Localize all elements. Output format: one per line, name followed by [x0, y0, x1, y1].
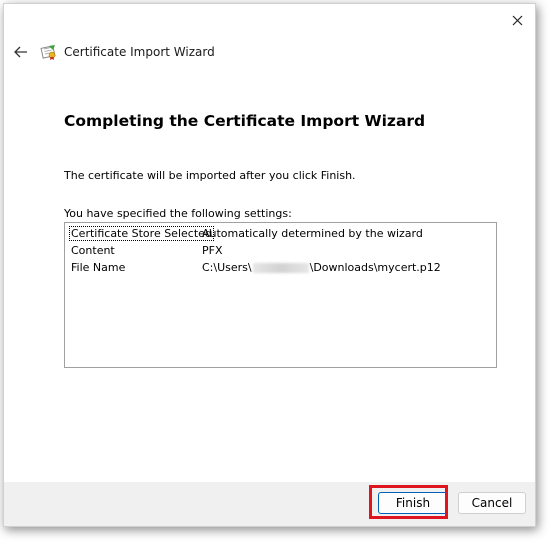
settings-value: PFX: [202, 244, 223, 257]
settings-value: Automatically determined by the wizard: [202, 227, 423, 240]
cancel-button[interactable]: Cancel: [458, 492, 526, 514]
close-button[interactable]: [507, 10, 527, 30]
settings-list[interactable]: Certificate Store Selected Automatically…: [64, 222, 497, 368]
redacted-username: [252, 263, 309, 273]
settings-value: C:\Users\ \Downloads\mycert.p12: [202, 261, 441, 274]
settings-label: You have specified the following setting…: [64, 207, 292, 220]
settings-key: Certificate Store Selected: [69, 226, 214, 241]
back-arrow-icon: [14, 46, 27, 58]
settings-key: File Name: [71, 261, 126, 274]
settings-key: Content: [71, 244, 115, 257]
certificate-icon: [40, 45, 56, 60]
file-path-prefix: C:\Users\: [202, 261, 252, 274]
wizard-window: Certificate Import Wizard Completing the…: [3, 3, 536, 527]
button-bar: Finish Cancel: [4, 482, 535, 526]
file-path-suffix: \Downloads\mycert.p12: [309, 261, 441, 274]
page-heading: Completing the Certificate Import Wizard: [64, 112, 426, 130]
completion-message: The certificate will be imported after y…: [64, 169, 356, 182]
wizard-header: Certificate Import Wizard: [12, 40, 215, 64]
window-title: Certificate Import Wizard: [64, 45, 215, 59]
close-icon: [512, 15, 522, 25]
back-button[interactable]: [12, 43, 30, 61]
finish-button[interactable]: Finish: [378, 492, 448, 514]
